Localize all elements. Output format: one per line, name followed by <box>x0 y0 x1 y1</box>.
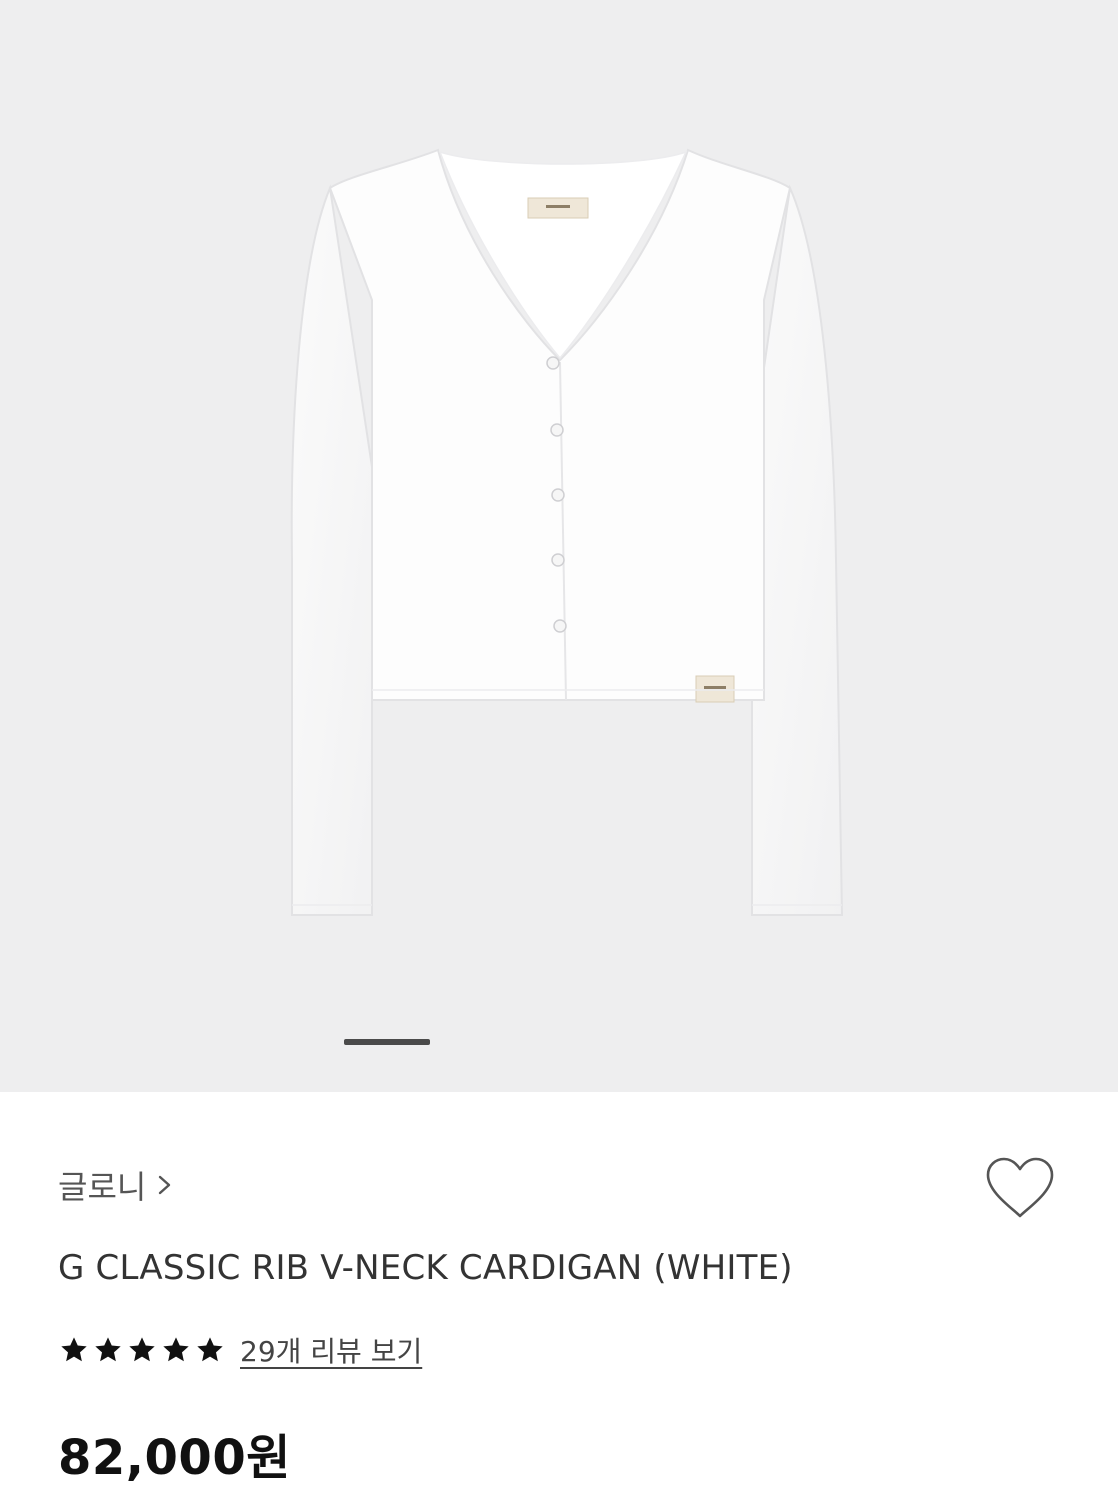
brand-link[interactable]: 글로니 <box>58 1162 176 1208</box>
star-icon <box>61 1337 87 1362</box>
rating-row: 29개 리뷰 보기 <box>58 1330 422 1370</box>
heart-outline-icon <box>986 1157 1054 1218</box>
slide-indicator-active <box>344 1039 430 1045</box>
product-image-gallery[interactable] <box>0 0 1118 1092</box>
chevron-right-icon <box>159 1175 171 1195</box>
product-info: 글로니 G CLASSIC RIB V-NECK CARDIGAN (WHITE… <box>0 1092 1118 1500</box>
review-link[interactable]: 29개 리뷰 보기 <box>240 1330 422 1370</box>
star-rating <box>58 1334 226 1366</box>
star-icon <box>163 1337 189 1362</box>
slide-indicator <box>344 1039 430 1045</box>
product-image <box>290 148 844 916</box>
star-icon <box>95 1337 121 1362</box>
star-icon <box>129 1337 155 1362</box>
price: 82,000원 <box>58 1430 291 1486</box>
wishlist-button[interactable] <box>982 1154 1058 1222</box>
star-icon <box>197 1337 223 1362</box>
product-name: G CLASSIC RIB V-NECK CARDIGAN (WHITE) <box>58 1248 793 1288</box>
brand-name: 글로니 <box>58 1168 147 1206</box>
